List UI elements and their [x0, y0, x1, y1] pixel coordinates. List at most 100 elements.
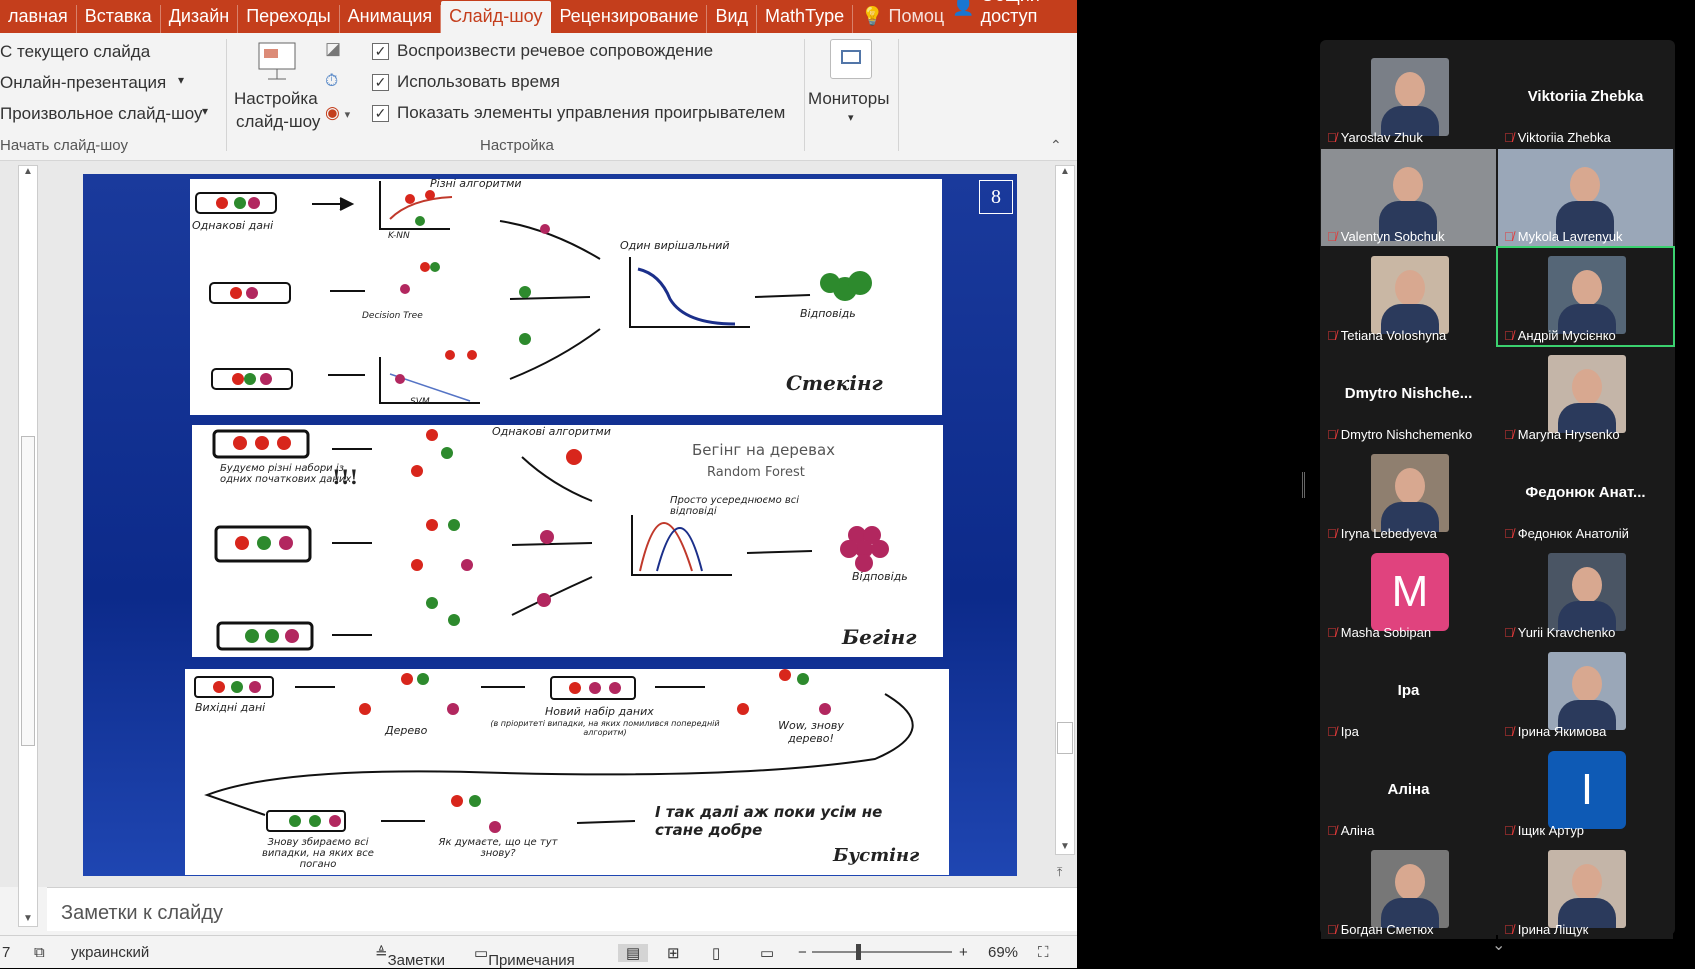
new-set-note: (в пріоритеті випадки, на яких помилився…	[490, 719, 720, 737]
record-icon[interactable]: ◉ ▾	[325, 103, 350, 123]
participant-name: 🎙̸ Viktoriia Zhebka	[1504, 130, 1611, 145]
rf-title-label: Бегінг на деревах	[692, 441, 836, 459]
chevron-down-icon[interactable]: ▾	[178, 73, 184, 87]
collapse-ribbon-icon[interactable]: ⌃	[1050, 137, 1062, 154]
participant-tile[interactable]: 🎙̸ Mykola Lavrenyuk	[1498, 149, 1673, 246]
panel-divider-handle[interactable]	[1302, 472, 1305, 498]
participant-tile[interactable]: Viktoriia Zhebka 🎙̸ Viktoriia Zhebka	[1498, 50, 1673, 147]
tab-home[interactable]: лавная	[0, 5, 77, 33]
mic-muted-icon: 🎙̸	[1504, 823, 1514, 838]
participant-name-text: Богдан Сметюх	[1340, 922, 1434, 937]
custom-slideshow-button[interactable]: Произвольное слайд-шоу	[0, 104, 203, 124]
right-scrollbar[interactable]: ▲ ▼	[1055, 165, 1075, 855]
participant-name: 🎙̸ Yurii Kravchenko	[1504, 625, 1615, 640]
participant-tile[interactable]: Ipa 🎙̸ Ipa	[1321, 644, 1496, 741]
tab-design[interactable]: Дизайн	[161, 5, 239, 33]
zoom-in-icon[interactable]: +	[959, 944, 968, 961]
answer-label: Відповідь	[800, 307, 856, 320]
tab-review[interactable]: Рецензирование	[551, 5, 708, 33]
zoom-out-icon[interactable]: −	[798, 944, 807, 961]
fit-to-window-icon[interactable]: ⛶	[1038, 944, 1049, 961]
comments-toggle[interactable]: ▭ Примечания	[474, 944, 575, 969]
scroll-up-icon[interactable]: ▲	[19, 166, 37, 177]
normal-view-icon[interactable]: ▤	[618, 944, 649, 962]
narration-checkbox[interactable]: ✓	[372, 43, 389, 60]
notes-toggle[interactable]: ≜ Заметки	[375, 944, 445, 969]
participant-name: 🎙̸ Maryna Hrysenko	[1504, 427, 1620, 442]
tab-transitions[interactable]: Переходы	[238, 5, 340, 33]
scroll-down-icon[interactable]: ▼	[19, 913, 37, 924]
controls-checkbox[interactable]: ✓	[372, 105, 389, 122]
participant-tile[interactable]: 🎙̸ Ірина Ліщук	[1498, 842, 1673, 939]
scroll-thumb[interactable]	[21, 436, 35, 746]
mic-muted-icon: 🎙̸	[1327, 823, 1337, 838]
reading-view-icon[interactable]: ▯	[712, 944, 720, 962]
slideshow-view-icon[interactable]: ▭	[760, 944, 774, 962]
slide-canvas[interactable]: 8 Однакові дані Різні алгоритми K-NN Dec…	[83, 174, 1017, 876]
tab-animation[interactable]: Анимация	[340, 5, 442, 33]
notes-pane[interactable]: Заметки к слайду	[47, 887, 1077, 931]
mic-muted-icon: 🎙̸	[1504, 625, 1514, 640]
participant-tile[interactable]: 🎙̸ Tetiana Voloshyna	[1321, 248, 1496, 345]
timing-checkbox[interactable]: ✓	[372, 74, 389, 91]
spellcheck-icon[interactable]: ⧉	[34, 944, 45, 961]
zoom-level[interactable]: 69%	[988, 944, 1018, 961]
participant-tile[interactable]: I 🎙̸ Іщик Артур	[1498, 743, 1673, 840]
from-current-slide-button[interactable]: С текущего слайда	[0, 42, 150, 62]
participant-tile[interactable]: 🎙̸ Valentyn Sobchuk	[1321, 149, 1496, 246]
zoom-thumb[interactable]	[856, 944, 861, 960]
participant-name-text: Mykola Lavrenyuk	[1517, 229, 1623, 244]
participant-tile[interactable]: 🎙̸ Богдан Сметюх	[1321, 842, 1496, 939]
comments-toggle-label: Примечания	[488, 952, 575, 969]
scroll-thumb[interactable]	[1057, 722, 1073, 754]
participant-name: 🎙̸ Masha Sobipan	[1327, 625, 1431, 640]
participant-tile[interactable]: 🎙̸ Ірина Якимова	[1498, 644, 1673, 741]
tab-help[interactable]: 💡 Помоц	[853, 5, 952, 33]
boosting-title: Бустінг	[833, 845, 920, 866]
knn-label: K-NN	[388, 231, 410, 241]
participant-name: 🎙̸ Valentyn Sobchuk	[1327, 229, 1445, 244]
language-label[interactable]: украинский	[71, 944, 149, 961]
participant-name-text: Maryna Hrysenko	[1517, 427, 1620, 442]
monitors-button[interactable]: Мониторы ▾	[808, 37, 898, 137]
participant-video	[1548, 256, 1626, 334]
tab-slideshow[interactable]: Слайд-шоу	[441, 1, 552, 33]
sorter-view-icon[interactable]: ⊞	[667, 944, 680, 962]
gallery-scroll-down-icon[interactable]: ⌄	[1492, 935, 1505, 955]
group-start-label: Начать слайд-шоу	[0, 137, 128, 154]
tab-mathtype[interactable]: MathType	[757, 5, 854, 33]
chevron-down-icon[interactable]: ▾	[202, 104, 208, 118]
setup-slideshow-button[interactable]: Настройка слайд-шоу	[234, 39, 322, 139]
controls-label: Показать элементы управления проигрывате…	[397, 103, 786, 122]
zoom-slider[interactable]	[812, 951, 952, 953]
participant-tile[interactable]: 🎙̸ Yaroslav Zhuk	[1321, 50, 1496, 147]
participant-name-text: Ірина Ліщук	[1517, 922, 1589, 937]
rehearse-timings-icon[interactable]: ⏱	[325, 71, 338, 91]
participant-tile[interactable]: M 🎙̸ Masha Sobipan	[1321, 545, 1496, 642]
mic-muted-icon: 🎙̸	[1327, 229, 1337, 244]
participant-tile[interactable]: Аліна 🎙̸ Аліна	[1321, 743, 1496, 840]
online-presentation-button[interactable]: Онлайн-презентация	[0, 73, 166, 93]
participant-tile[interactable]: Dmytro Nishche... 🎙̸ Dmytro Nishchemenko	[1321, 347, 1496, 444]
share-button[interactable]: 👤 Общий доступ	[952, 0, 1055, 33]
tab-insert[interactable]: Вставка	[77, 5, 161, 33]
mic-muted-icon: 🎙̸	[1327, 724, 1337, 739]
participant-name-text: Федонюк Анатолій	[1517, 526, 1629, 541]
participant-video	[1548, 850, 1626, 928]
rf-subtitle-label: Random Forest	[707, 465, 805, 480]
scroll-down-icon[interactable]: ▼	[1056, 841, 1074, 852]
scroll-up-icon[interactable]: ▲	[1056, 166, 1074, 177]
participant-name-text: Iryna Lebedyeva	[1340, 526, 1437, 541]
participant-tile[interactable]: Федонюк Анат... 🎙̸ Федонюк Анатолій	[1498, 446, 1673, 543]
left-scrollbar[interactable]: ▲ ▼	[18, 165, 38, 927]
hide-slide-icon[interactable]: ◪	[325, 39, 341, 59]
participant-tile[interactable]: 🎙̸ Андрій Мусієнко	[1496, 246, 1675, 347]
decider-label: Один вирішальний	[620, 239, 730, 252]
mic-muted-icon: 🎙̸	[1504, 922, 1514, 937]
until-label: І так далі аж поки усім не стане добре	[655, 803, 883, 839]
participant-tile[interactable]: 🎙̸ Iryna Lebedyeva	[1321, 446, 1496, 543]
tab-view[interactable]: Вид	[707, 5, 758, 33]
participant-tile[interactable]: 🎙̸ Maryna Hrysenko	[1498, 347, 1673, 444]
participant-tile[interactable]: 🎙̸ Yurii Kravchenko	[1498, 545, 1673, 642]
wow-label: Wow, знову дерево!	[778, 719, 844, 745]
